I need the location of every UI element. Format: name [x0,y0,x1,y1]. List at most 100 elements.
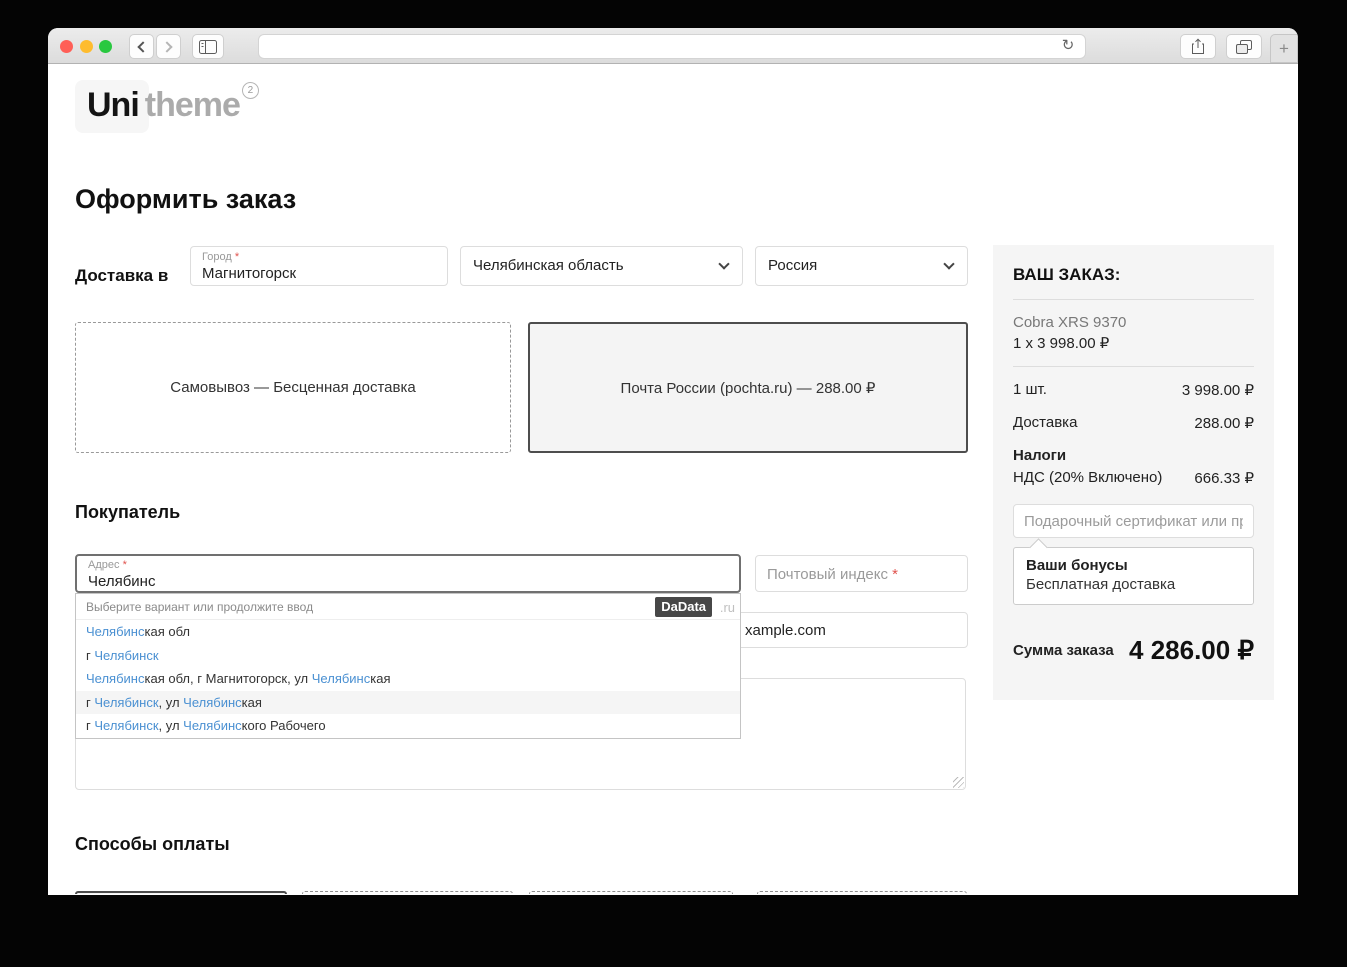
minimize-window-button[interactable] [80,40,93,53]
address-bar-input[interactable] [267,37,1047,56]
browser-window: ↻ + Unitheme2 Офо [48,28,1298,895]
shipping-option-pickup[interactable]: Самовывоз — Бесценная доставка [75,322,511,453]
divider [1013,299,1254,300]
suggestion-text: , ул [159,718,184,733]
back-icon [137,41,148,52]
logo-light-text: theme [145,86,240,124]
tax-value: 666.33 ₽ [1194,469,1254,487]
suggestion-item[interactable]: Челябинская обл, г Магнитогорск, ул Челя… [76,667,740,691]
back-button[interactable] [129,34,154,59]
product-qty-price: 1 x 3 998.00 ₽ [1013,334,1254,352]
payment-section-title: Способы оплаты [75,834,230,855]
country-select[interactable]: Россия [755,246,968,286]
suggestion-list: Челябинская облг ЧелябинскЧелябинская об… [76,620,740,738]
browser-chrome: ↻ + [48,28,1298,64]
bonus-title: Ваши бонусы [1026,557,1241,574]
suggestion-item[interactable]: г Челябинск [76,644,740,668]
address-bar[interactable]: ↻ [258,34,1086,59]
payment-option[interactable] [757,891,967,894]
share-button[interactable] [1180,34,1216,59]
logo-box: Uni [75,80,149,133]
region-select[interactable]: Челябинская область [460,246,743,286]
suggestion-highlight: Челябинск [94,648,158,663]
order-total-value: 4 286.00 ₽ [1129,635,1254,666]
suggestion-highlight: Челябинск [94,718,158,733]
customer-section-title: Покупатель [75,502,180,523]
divider [1013,366,1254,367]
suggestion-highlight: Челябинск [94,695,158,710]
email-value: xample.com [745,622,826,639]
product-name-link[interactable]: Cobra XRS 9370 [1013,314,1254,331]
suggestion-text: кая [370,671,390,686]
site-logo[interactable]: Unitheme2 [75,80,259,132]
suggestion-highlight: Челябинс [312,671,370,686]
required-asterisk: * [123,559,127,571]
required-asterisk: * [892,566,898,583]
logo-bold-text: Uni [87,86,139,124]
suggestion-hint-row: Выберите вариант или продолжите ввод DaD… [76,594,740,620]
address-value: Челябинс [88,573,155,590]
payment-option[interactable] [75,891,287,894]
taxes-title: Налоги [1013,447,1254,464]
page-content: Unitheme2 Оформить заказ Доставка в Горо… [48,64,1298,894]
suggestion-text: кая обл, г Магнитогорск, ул [144,671,311,686]
chevron-down-icon [943,258,954,269]
suggestion-highlight: Челябинс [183,695,241,710]
shipping-option-post[interactable]: Почта России (pochta.ru) — 288.00 ₽ [528,322,968,453]
suggestion-item[interactable]: Челябинская обл [76,620,740,644]
suggestion-highlight: Челябинс [86,671,144,686]
resize-grip-icon[interactable] [953,777,964,788]
gift-certificate-input[interactable] [1013,504,1254,538]
share-icon [1191,38,1205,55]
suggestion-highlight: Челябинс [86,624,144,639]
shipping-value: 288.00 ₽ [1194,414,1254,432]
suggestion-highlight: Челябинс [183,718,241,733]
page-title: Оформить заказ [75,184,296,215]
city-label: Город [202,251,232,263]
chevron-down-icon [718,258,729,269]
reload-icon[interactable]: ↻ [1059,37,1077,55]
order-summary-panel: ВАШ ЗАКАЗ: Cobra XRS 9370 1 x 3 998.00 ₽… [993,245,1274,700]
summary-row-tax: НДС (20% Включено) 666.33 ₽ [1013,469,1254,487]
qty-value: 3 998.00 ₽ [1182,381,1254,399]
region-value: Челябинская область [473,257,624,274]
suggestion-item[interactable]: г Челябинск, ул Челябинская [76,691,740,715]
sidebar-toggle-button[interactable] [192,34,224,59]
order-total-row: Сумма заказа 4 286.00 ₽ [1013,635,1254,666]
order-total-label: Сумма заказа [1013,642,1114,659]
delivery-to-label: Доставка в [75,256,168,296]
forward-icon [161,41,172,52]
postcode-placeholder: Почтовый индекс [767,566,892,583]
logo-superscript: 2 [242,82,259,99]
required-asterisk: * [235,251,239,263]
address-label: Адрес [88,559,120,571]
bonus-text: Бесплатная доставка [1026,576,1241,593]
sidebar-icon [199,40,217,54]
suggestion-item[interactable]: г Челябинск, ул Челябинского Рабочего [76,714,740,738]
tax-label: НДС (20% Включено) [1013,469,1162,487]
order-summary-title: ВАШ ЗАКАЗ: [1013,265,1254,285]
summary-row-shipping: Доставка 288.00 ₽ [1013,414,1254,432]
country-value: Россия [768,257,817,274]
dadata-badge: DaData [655,597,712,617]
payment-option[interactable] [529,891,733,894]
payment-option[interactable] [302,891,513,894]
suggestion-text: , ул [159,695,184,710]
suggestion-text: кого Рабочего [242,718,326,733]
suggestion-text: кая обл [144,624,190,639]
city-input[interactable]: Город * Магнитогорск [190,246,448,286]
postcode-input[interactable]: Почтовый индекс * [755,555,968,592]
summary-row-qty: 1 шт. 3 998.00 ₽ [1013,381,1254,399]
address-input[interactable]: Адрес * Челябинс [75,554,741,593]
qty-label: 1 шт. [1013,381,1047,399]
close-window-button[interactable] [60,40,73,53]
dadata-badge-suffix: .ru [720,600,735,615]
forward-button[interactable] [156,34,181,59]
tab-overview-button[interactable] [1226,34,1262,59]
suggestion-text: кая [242,695,262,710]
shipping-label: Доставка [1013,414,1077,432]
zoom-window-button[interactable] [99,40,112,53]
tabs-icon [1236,40,1252,54]
city-value: Магнитогорск [202,265,296,282]
new-tab-button[interactable]: + [1270,34,1298,63]
